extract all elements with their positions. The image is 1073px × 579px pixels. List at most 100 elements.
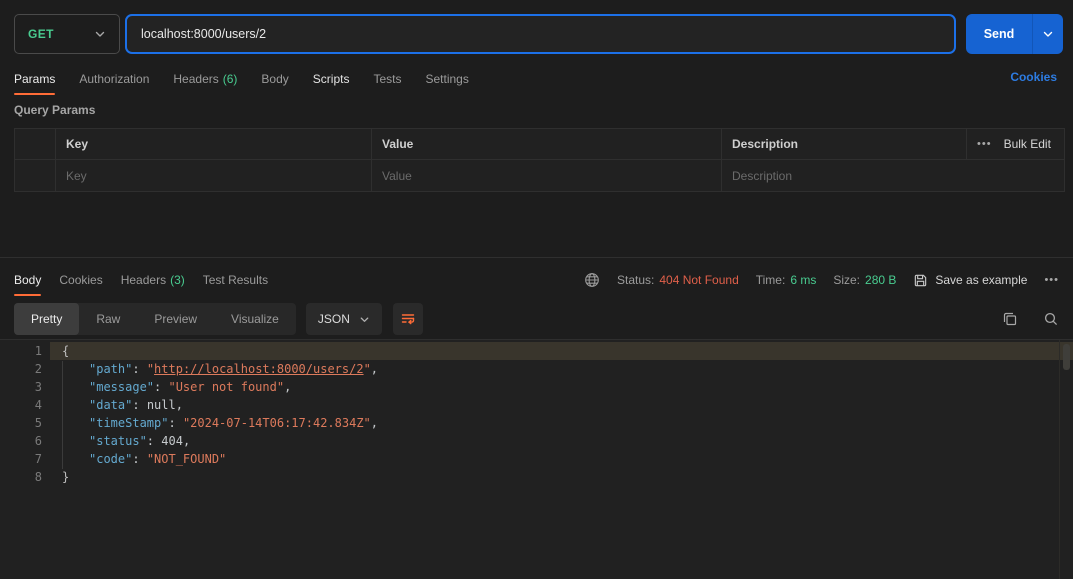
tab-headers[interactable]: Headers (6) (173, 72, 237, 86)
column-label: Key (66, 137, 88, 151)
tab-label: Settings (425, 72, 468, 86)
request-tabs: Params Authorization Headers (6) Body Scr… (14, 66, 469, 92)
method-label: GET (28, 27, 54, 41)
size-indicator: Size: 280 B (833, 273, 896, 287)
tab-settings[interactable]: Settings (425, 72, 468, 86)
tab-label: Body (14, 273, 41, 287)
code-token: "message" (89, 380, 154, 394)
code-token: : (132, 362, 146, 376)
bulk-edit-cell: ••• Bulk Edit (967, 129, 1065, 159)
status-value: 404 Not Found (659, 273, 738, 287)
response-tabs: Body Cookies Headers(3) Test Results (14, 268, 268, 292)
response-body-toolbar: Pretty Raw Preview Visualize JSON (14, 303, 1059, 335)
code-token: null (147, 398, 176, 412)
send-options-chevron-icon[interactable] (1033, 28, 1063, 40)
tab-label: Test Results (203, 273, 268, 287)
param-description-input[interactable] (732, 169, 1055, 183)
view-mode-preview[interactable]: Preview (137, 303, 214, 335)
code-line: 1{ (0, 342, 1073, 360)
response-tab-cookies[interactable]: Cookies (59, 273, 102, 287)
response-url-link[interactable]: http://localhost:8000/users/2 (154, 362, 364, 376)
format-dropdown-value: JSON (318, 312, 350, 326)
api-client-window: GET Send Params Authorization Headers (6)… (0, 0, 1073, 579)
code-token: , (176, 398, 183, 412)
line-number: 5 (0, 414, 42, 432)
tab-params[interactable]: Params (14, 72, 55, 86)
size-value: 280 B (865, 273, 896, 287)
wrap-text-button[interactable] (393, 303, 423, 335)
code-line: 4"data": null, (0, 396, 1073, 414)
param-value-input[interactable] (382, 169, 711, 183)
tab-label: Scripts (313, 72, 350, 86)
search-icon[interactable] (1043, 311, 1059, 327)
copy-icon[interactable] (1002, 311, 1018, 327)
code-token: " (364, 362, 371, 376)
code-token: , (371, 362, 378, 376)
column-label: Description (732, 137, 798, 151)
response-meta-bar: Status: 404 Not Found Time: 6 ms Size: 2… (584, 268, 1059, 292)
view-mode-pretty[interactable]: Pretty (14, 303, 79, 335)
response-body-actions (1002, 311, 1059, 327)
tab-authorization[interactable]: Authorization (79, 72, 149, 86)
format-dropdown[interactable]: JSON (306, 303, 382, 335)
response-more-options-icon[interactable]: ••• (1044, 274, 1059, 286)
code-token: " (147, 362, 154, 376)
code-token: "code" (89, 452, 132, 466)
code-token: : (132, 452, 146, 466)
line-number: 6 (0, 432, 42, 450)
code-line: 7"code": "NOT_FOUND" (0, 450, 1073, 468)
param-key-input[interactable] (66, 169, 361, 183)
more-actions-icon[interactable]: ••• (977, 138, 992, 150)
globe-icon[interactable] (584, 272, 600, 288)
tab-body[interactable]: Body (261, 72, 288, 86)
view-mode-raw[interactable]: Raw (79, 303, 137, 335)
response-tab-test-results[interactable]: Test Results (203, 273, 268, 287)
value-cell (372, 160, 722, 191)
tab-label: Tests (373, 72, 401, 86)
code-token: : (154, 380, 168, 394)
chevron-down-icon (94, 28, 106, 40)
tab-scripts[interactable]: Scripts (313, 72, 350, 86)
tab-label: Headers (173, 72, 218, 86)
code-token: "timeStamp" (89, 416, 168, 430)
query-params-header-row: Key Value Description ••• Bulk Edit (15, 129, 1064, 160)
method-selector[interactable]: GET (14, 14, 120, 54)
key-cell (56, 160, 372, 191)
query-params-table: Key Value Description ••• Bulk Edit (14, 128, 1065, 192)
status-label: Status: (617, 273, 654, 287)
code-line: 8} (0, 468, 1073, 486)
code-token: : (168, 416, 182, 430)
query-params-title: Query Params (14, 103, 95, 117)
code-line: 5 "timeStamp": "2024-07-14T06:17:42.834Z"… (0, 414, 1073, 432)
tab-label: Authorization (79, 72, 149, 86)
code-token: , (284, 380, 291, 394)
key-column-header: Key (56, 129, 372, 159)
code-line: 2"path": "http://localhost:8000/users/2"… (0, 360, 1073, 378)
code-token: "2024-07-14T06:17:42.834Z" (183, 416, 371, 430)
code-token: } (62, 470, 69, 484)
send-button[interactable]: Send (966, 14, 1063, 54)
response-body-editor[interactable]: 1{2"path": "http://localhost:8000/users/… (0, 339, 1073, 579)
tab-count-badge: (3) (170, 273, 185, 287)
value-column-header: Value (372, 129, 722, 159)
tab-label: Params (14, 72, 55, 86)
param-checkbox-cell[interactable] (15, 160, 56, 191)
response-tab-headers[interactable]: Headers(3) (121, 273, 185, 287)
save-as-example-button[interactable]: Save as example (913, 273, 1027, 288)
cookies-link[interactable]: Cookies (1010, 70, 1057, 84)
response-tab-body[interactable]: Body (14, 273, 41, 287)
tab-count-badge: (6) (223, 72, 238, 86)
url-input[interactable] (127, 16, 954, 52)
bulk-edit-button[interactable]: Bulk Edit (1004, 137, 1051, 151)
query-params-empty-row (15, 160, 1064, 191)
code-token: : (132, 398, 146, 412)
scrollbar-thumb[interactable] (1063, 344, 1070, 370)
tab-tests[interactable]: Tests (373, 72, 401, 86)
line-number: 4 (0, 396, 42, 414)
tab-label: Body (261, 72, 288, 86)
scrollbar-track-divider (1059, 340, 1060, 579)
save-icon (913, 273, 928, 288)
code-token: "NOT_FOUND" (147, 452, 226, 466)
view-mode-visualize[interactable]: Visualize (214, 303, 296, 335)
line-number: 1 (0, 342, 42, 360)
